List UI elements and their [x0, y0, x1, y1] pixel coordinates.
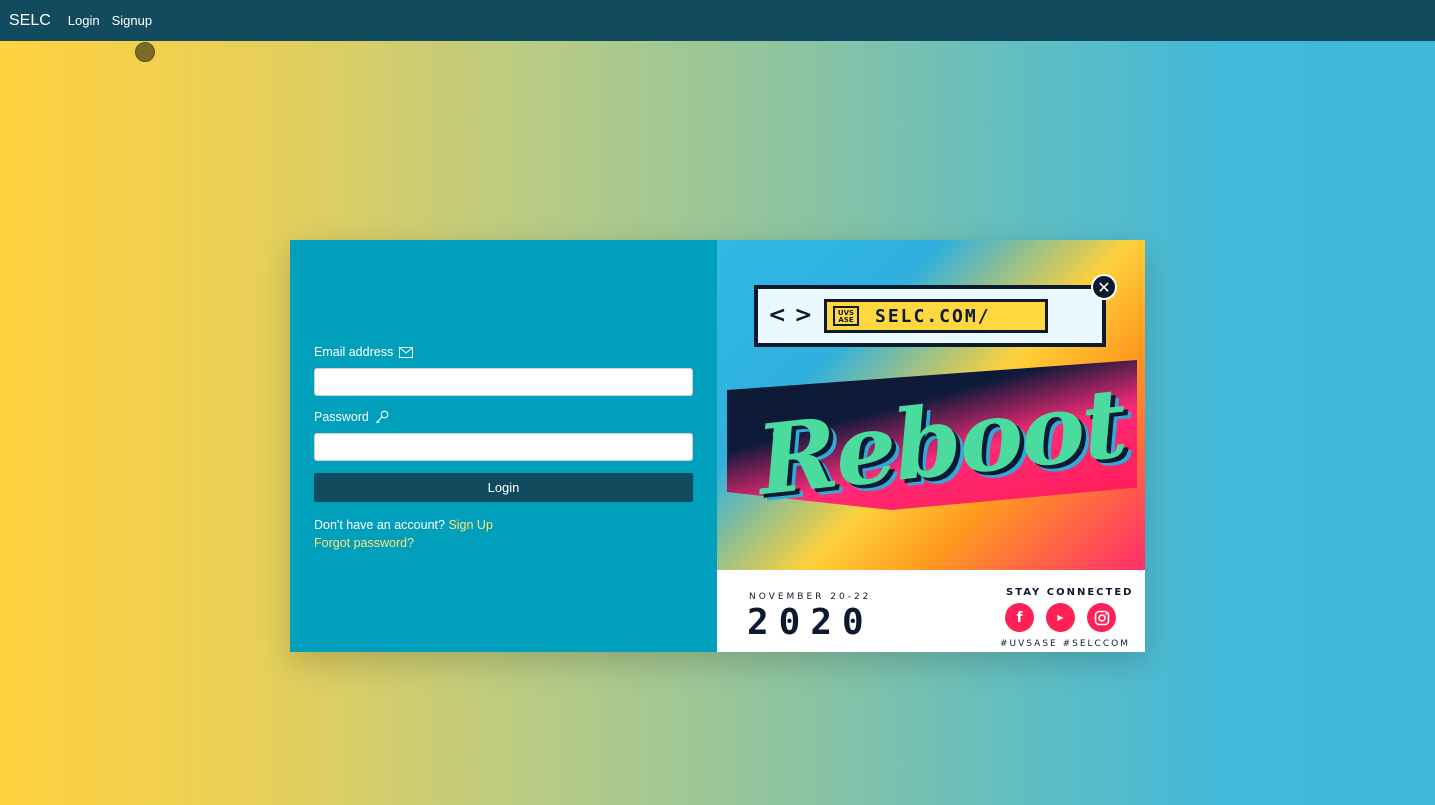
login-card: Email address Password Login Don't have …: [290, 240, 1145, 652]
signup-prompt: Don't have an account? Sign Up: [314, 516, 693, 534]
helper-links: Don't have an account? Sign Up Forgot pa…: [314, 516, 693, 552]
event-date: NOVEMBER 20-22: [749, 592, 872, 602]
login-form: Email address Password Login Don't have …: [314, 344, 693, 552]
password-field[interactable]: [314, 433, 693, 461]
brand-logo[interactable]: SELC: [9, 12, 51, 30]
login-button[interactable]: Login: [314, 473, 693, 502]
cursor-indicator: [135, 42, 155, 62]
instagram-icon: [1087, 603, 1116, 632]
nav-link-login[interactable]: Login: [68, 13, 100, 28]
youtube-icon: ▶: [1046, 603, 1075, 632]
email-label: Email address: [314, 345, 394, 359]
login-panel: Email address Password Login Don't have …: [290, 240, 717, 652]
email-field[interactable]: [314, 368, 693, 396]
facebook-icon: f: [1005, 603, 1034, 632]
password-label: Password: [314, 410, 369, 424]
poster-browser-bar: < > UVS ASE SELC.COM/: [754, 285, 1106, 347]
email-label-row: Email address: [314, 344, 693, 360]
no-account-text: Don't have an account?: [314, 518, 445, 532]
social-icons: f ▶: [1005, 603, 1116, 632]
stay-connected-text: STAY CONNECTED: [1006, 587, 1134, 598]
password-label-row: Password: [314, 409, 693, 425]
poster-url-text: SELC.COM/: [875, 305, 991, 327]
code-arrows-icon: < >: [768, 303, 813, 328]
envelope-icon: [399, 346, 414, 358]
poster-hashtags: #UVSASE #SELCCOM: [1000, 639, 1130, 649]
signup-link[interactable]: Sign Up: [448, 518, 492, 532]
event-poster: < > UVS ASE SELC.COM/ ✕ Reboot NOVEMBER …: [717, 240, 1145, 652]
key-icon: [375, 410, 389, 424]
close-icon: ✕: [1091, 274, 1117, 300]
event-year: 2020: [747, 602, 874, 643]
nav-link-signup[interactable]: Signup: [112, 13, 152, 28]
uvsase-logo: UVS ASE: [833, 306, 859, 326]
poster-url-box: UVS ASE SELC.COM/: [824, 299, 1048, 333]
top-navbar: SELC Login Signup: [0, 0, 1435, 41]
forgot-password-link[interactable]: Forgot password?: [314, 536, 414, 550]
poster-footer: NOVEMBER 20-22 2020 STAY CONNECTED f ▶ #…: [717, 570, 1145, 652]
